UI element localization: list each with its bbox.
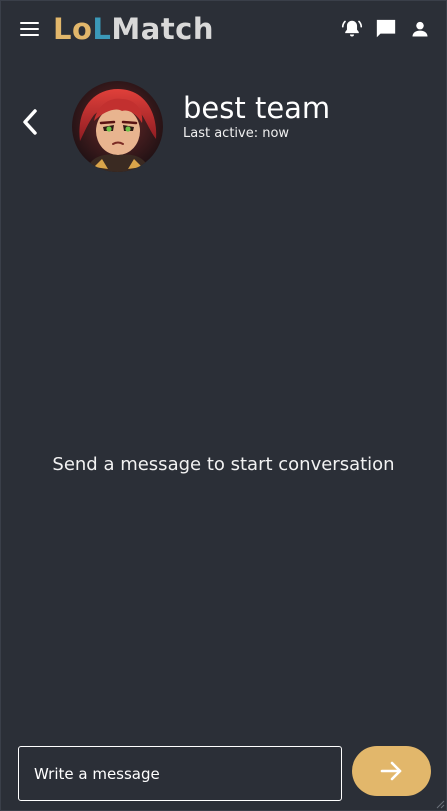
- avatar[interactable]: [72, 81, 163, 172]
- conversation-title: best team: [183, 91, 331, 125]
- empty-conversation-text: Send a message to start conversation: [52, 454, 395, 475]
- logo-part-lo: Lo: [53, 12, 93, 46]
- champion-avatar-image: [72, 81, 163, 172]
- logo-part-l: L: [92, 12, 112, 46]
- notification-bell-icon[interactable]: [340, 18, 364, 40]
- chevron-left-icon: [23, 109, 37, 135]
- app-window: LoLMatch best team Last active: now Send…: [0, 0, 447, 811]
- logo-part-atch: atch: [140, 12, 215, 46]
- chat-icon[interactable]: [374, 18, 398, 40]
- last-active-status: Last active: now: [183, 126, 290, 141]
- top-icons: [340, 18, 432, 40]
- menu-icon[interactable]: [20, 21, 40, 37]
- arrow-right-icon: [380, 761, 401, 781]
- app-logo[interactable]: LoLMatch: [53, 10, 214, 48]
- send-button[interactable]: [352, 746, 431, 796]
- logo-part-m: M: [111, 12, 141, 46]
- user-icon[interactable]: [408, 18, 432, 40]
- back-button[interactable]: [19, 106, 43, 138]
- resize-grip-icon[interactable]: [435, 799, 445, 809]
- top-bar: LoLMatch: [1, 1, 446, 57]
- message-input[interactable]: [18, 746, 342, 801]
